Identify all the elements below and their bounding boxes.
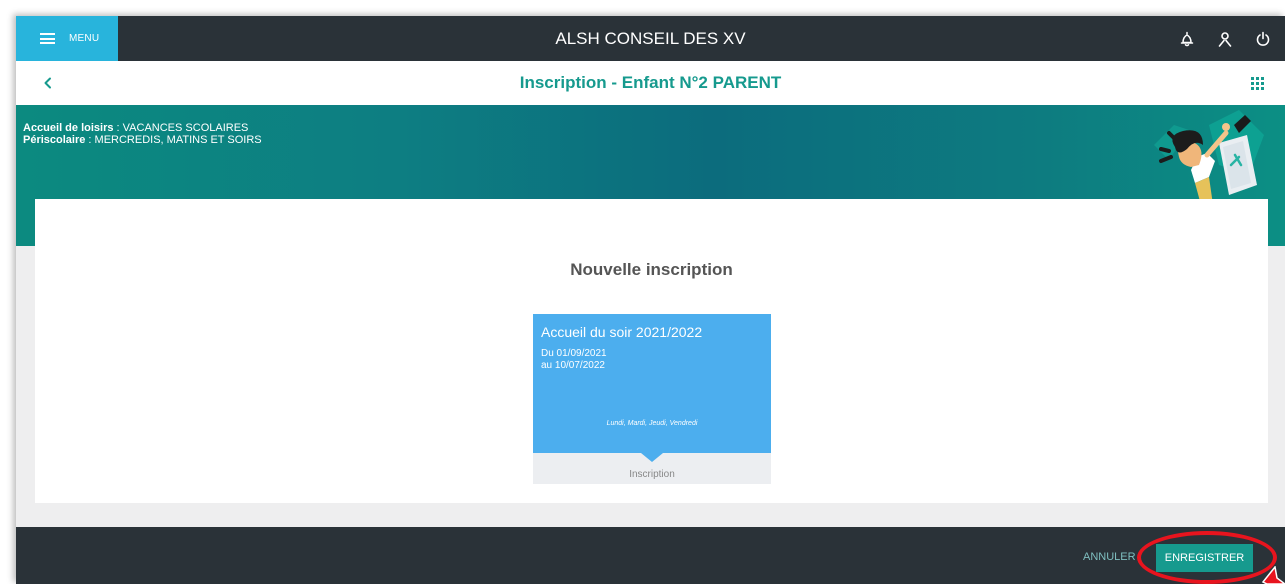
tile-date-to: au 10/07/2022: [541, 360, 605, 371]
top-bar: MENU ALSH CONSEIL DES XV: [16, 16, 1285, 61]
menu-button[interactable]: MENU: [16, 16, 118, 61]
tile-pointer-icon: [641, 453, 663, 462]
page-header: Inscription - Enfant N°2 PARENT: [16, 61, 1285, 105]
back-arrow-icon: [44, 77, 51, 89]
banner-illustration: [1154, 110, 1264, 205]
screenshot-frame: MENU ALSH CONSEIL DES XV Inscription - E…: [0, 0, 1285, 584]
section-title: Nouvelle inscription: [570, 260, 733, 279]
tile-date-from: Du 01/09/2021: [541, 348, 607, 359]
menu-label: MENU: [69, 33, 100, 44]
save-button[interactable]: ENREGISTRER: [1156, 544, 1253, 572]
tile-days: Lundi, Mardi, Jeudi, Vendredi: [606, 420, 698, 427]
pointer-arrow-icon: [1261, 566, 1285, 584]
banner-label-periscolaire: Périscolaire: [23, 134, 86, 146]
banner-value-periscolaire: : MERCREDIS, MATINS ET SOIRS: [85, 134, 262, 146]
banner-line-leisure: Accueil de loisirs : VACANCES SCOLAIRES: [23, 122, 262, 134]
apps-grid-icon[interactable]: [1247, 73, 1267, 93]
banner-line-periscolaire: Périscolaire : MERCREDIS, MATINS ET SOIR…: [23, 134, 262, 146]
service-summary: Accueil de loisirs : VACANCES SCOLAIRES …: [23, 122, 262, 146]
banner-label-leisure: Accueil de loisirs: [23, 122, 114, 134]
power-icon[interactable]: [1251, 27, 1275, 51]
tile-header: Accueil du soir 2021/2022 Du 01/09/2021 …: [533, 314, 771, 453]
banner-value-leisure: : VACANCES SCOLAIRES: [113, 122, 249, 134]
page-title: Inscription - Enfant N°2 PARENT: [519, 73, 782, 92]
footer-bar: ANNULER ENREGISTRER: [16, 527, 1285, 584]
tile-dates: Du 01/09/2021 au 10/07/2022: [541, 348, 607, 372]
cancel-button[interactable]: ANNULER: [1083, 551, 1136, 563]
back-button[interactable]: [36, 71, 60, 95]
tile-name: Accueil du soir 2021/2022: [541, 324, 703, 340]
main-content: Nouvelle inscription Accueil du soir 202…: [35, 199, 1268, 503]
activity-tile[interactable]: Accueil du soir 2021/2022 Du 01/09/2021 …: [533, 314, 771, 484]
app-title: ALSH CONSEIL DES XV: [555, 29, 746, 48]
tile-action-label: Inscription: [629, 469, 675, 480]
user-icon[interactable]: [1213, 27, 1237, 51]
app-window: MENU ALSH CONSEIL DES XV Inscription - E…: [16, 16, 1285, 584]
hamburger-icon: [40, 33, 55, 44]
bell-icon[interactable]: [1175, 27, 1199, 51]
top-bar-actions: [1175, 16, 1275, 61]
